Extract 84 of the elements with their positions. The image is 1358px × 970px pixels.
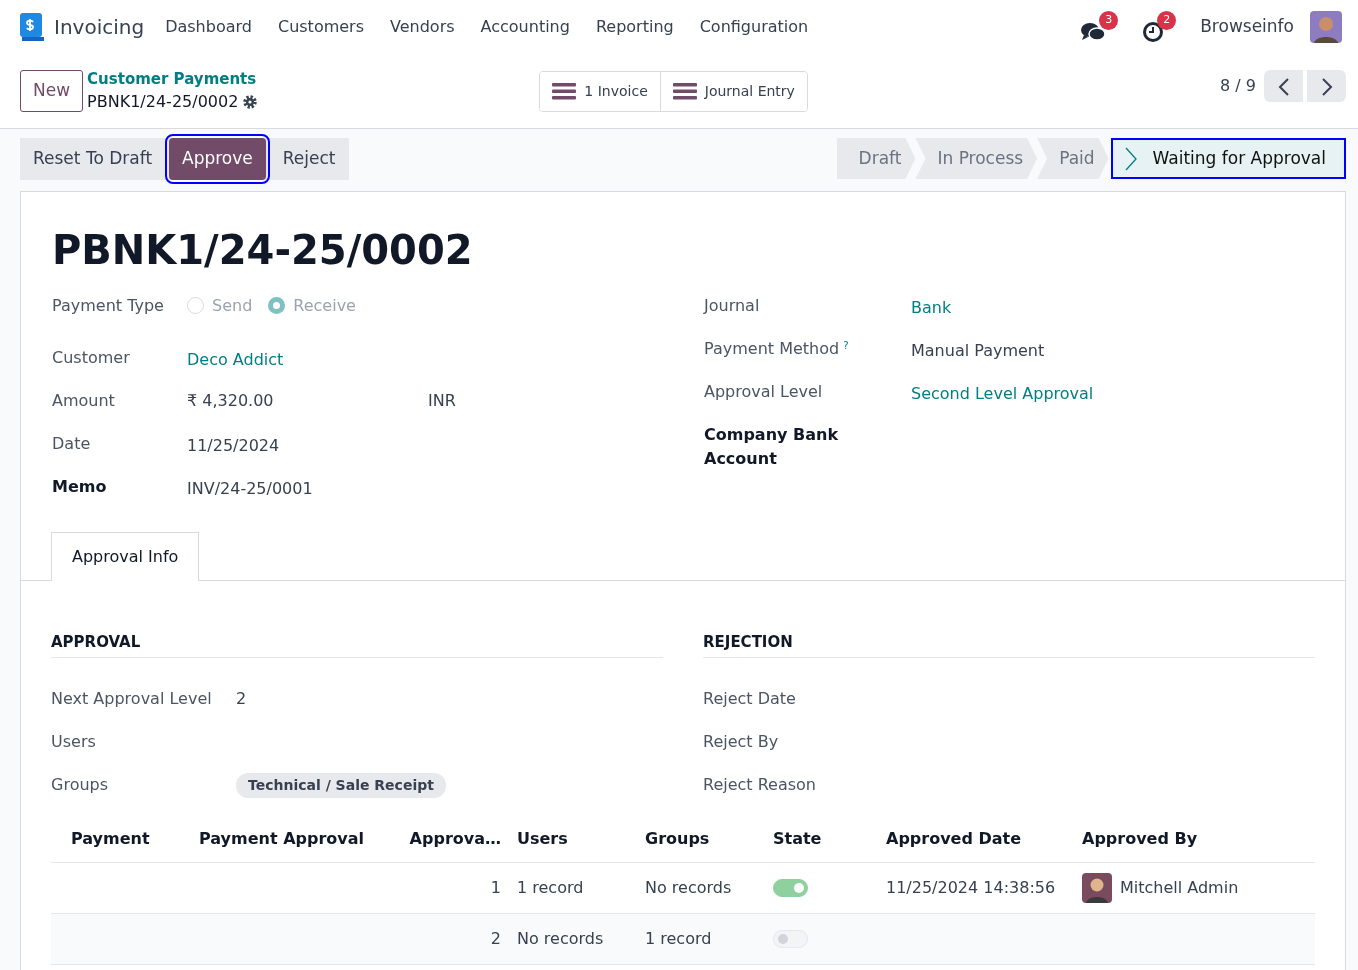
table-cell: No records (517, 928, 604, 948)
smart-button[interactable]: Journal Entry (659, 71, 807, 111)
field-value: ₹ 4,320.00 (187, 390, 275, 412)
list-icon (672, 81, 697, 101)
action-button[interactable]: Reject (269, 138, 349, 180)
company-name[interactable]: Browseinfo (1200, 14, 1294, 40)
chat-icon (1080, 21, 1107, 43)
radio-button[interactable] (268, 297, 286, 314)
column-header[interactable]: Payment Approval (191, 827, 401, 851)
table-cell: 1 record (517, 877, 584, 897)
field-label: Reject By (703, 731, 779, 753)
column-header[interactable]: State (765, 827, 878, 851)
field-link[interactable]: Bank (911, 296, 952, 320)
user-avatar (1082, 872, 1112, 903)
field-label: Customer (52, 347, 131, 369)
field-label: Users (51, 731, 96, 753)
chevron-right-icon (1124, 146, 1137, 171)
field-label: Next Approval Level (51, 688, 213, 710)
field-label: Memo (52, 476, 108, 498)
status-stage[interactable]: Waiting for Approval (1110, 138, 1346, 179)
field-value: INV/24-25/0001 (187, 478, 313, 500)
menu-item[interactable]: Reporting (582, 15, 687, 39)
notification-badge: 3 (1099, 10, 1119, 30)
field-label: Groups (51, 774, 110, 796)
menu-item[interactable]: Vendors (377, 15, 468, 39)
menu-item[interactable]: Configuration (686, 15, 822, 39)
previous-button[interactable] (1264, 70, 1303, 102)
table-cell: No records (645, 877, 732, 897)
field-link[interactable]: Second Level Approval (911, 382, 1094, 406)
menu-item[interactable]: Customers (264, 15, 377, 39)
field-label: Company Bank Account (704, 424, 840, 470)
status-stage[interactable]: Draft (836, 138, 916, 179)
field-value: 11/25/2024 (187, 435, 280, 457)
table-cell: 11/25/2024 14:38:56 (886, 877, 1056, 897)
new-button[interactable]: New (20, 70, 84, 112)
currency-code: INR (428, 390, 456, 412)
column-header[interactable]: Payment (51, 827, 191, 851)
section-heading: APPROVAL (51, 631, 663, 658)
column-header[interactable]: Users (509, 827, 637, 851)
field-label: Payment Method $^{?}$ (704, 338, 850, 360)
field-value: Manual Payment (911, 340, 1045, 362)
table-cell: 2 (490, 928, 501, 948)
toggle-switch[interactable] (773, 878, 808, 897)
section-heading: REJECTION (703, 631, 1315, 658)
menu-item[interactable]: Accounting (467, 15, 583, 39)
list-icon (552, 81, 577, 101)
chevron-right-icon (1320, 77, 1333, 96)
notification-badge: 2 (1157, 10, 1177, 30)
status-stage[interactable]: Paid (1037, 138, 1109, 179)
status-stage[interactable]: In Process (915, 138, 1038, 179)
record-name: PBNK1/24-25/0002 (87, 91, 239, 114)
gear-icon[interactable] (242, 94, 259, 111)
column-header[interactable]: Approva… (401, 827, 509, 851)
column-header[interactable]: Approved Date (878, 827, 1074, 851)
field-label: Journal (704, 295, 761, 317)
action-button[interactable]: Reset To Draft (20, 138, 166, 180)
tab[interactable]: Approval Info (51, 532, 200, 581)
field-label: Approval Level (704, 381, 824, 403)
field-value: 2 (236, 688, 247, 710)
field-link[interactable]: Deco Addict (187, 348, 284, 372)
field-label: Reject Date (703, 688, 796, 710)
app-name[interactable]: Invoicing (54, 12, 145, 42)
table-cell: 1 (490, 877, 501, 897)
column-header[interactable]: Approved By (1074, 827, 1315, 851)
help-icon[interactable]: ? (843, 340, 849, 351)
table-cell-text: Mitchell Admin (1120, 876, 1239, 899)
chevron-left-icon (1277, 77, 1290, 96)
messages-button[interactable]: 3 (1080, 10, 1119, 44)
record-title: PBNK1/24-25/0002 (51, 226, 474, 275)
clock-icon (1142, 21, 1165, 43)
tag: Technical / Sale Receipt (236, 772, 446, 798)
field-label: Payment Type (52, 295, 165, 317)
pager-value: 8 / 9 (1220, 75, 1256, 97)
field-label: Date (52, 433, 92, 455)
breadcrumb-link[interactable]: Customer Payments (87, 67, 259, 91)
app-logo-icon[interactable] (18, 13, 46, 41)
table-cell: 1 record (645, 928, 712, 948)
menu-item[interactable]: Dashboard (152, 15, 265, 39)
user-avatar[interactable] (1310, 11, 1342, 43)
field-label: Reject Reason (703, 774, 816, 796)
column-header[interactable]: Groups (637, 827, 765, 851)
activities-button[interactable]: 2 (1142, 10, 1177, 44)
field-label: Amount (52, 390, 116, 412)
next-button[interactable] (1307, 70, 1346, 102)
